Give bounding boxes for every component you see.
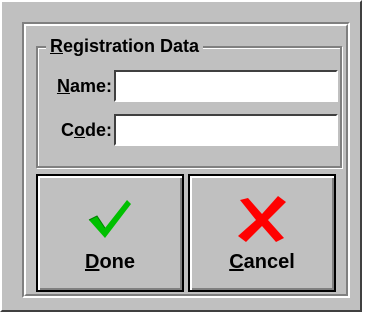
done-label: Done (84, 251, 135, 273)
code-field[interactable] (114, 114, 338, 146)
x-icon (234, 194, 290, 249)
cancel-label: Cancel (229, 251, 295, 273)
cancel-button[interactable]: Cancel (188, 174, 336, 292)
name-field[interactable] (114, 70, 338, 102)
registration-data-group: Registration Data Name: Code: (36, 36, 342, 168)
dialog-panel: Registration Data Name: Code: Done Cance… (22, 22, 350, 298)
group-title: Registration Data (46, 36, 204, 57)
registration-dialog: Registration Data Name: Code: Done Cance… (0, 0, 362, 312)
code-label: Code: (61, 120, 112, 140)
checkmark-icon (85, 194, 135, 247)
name-label: Name: (56, 76, 112, 96)
done-button[interactable]: Done (36, 174, 184, 292)
